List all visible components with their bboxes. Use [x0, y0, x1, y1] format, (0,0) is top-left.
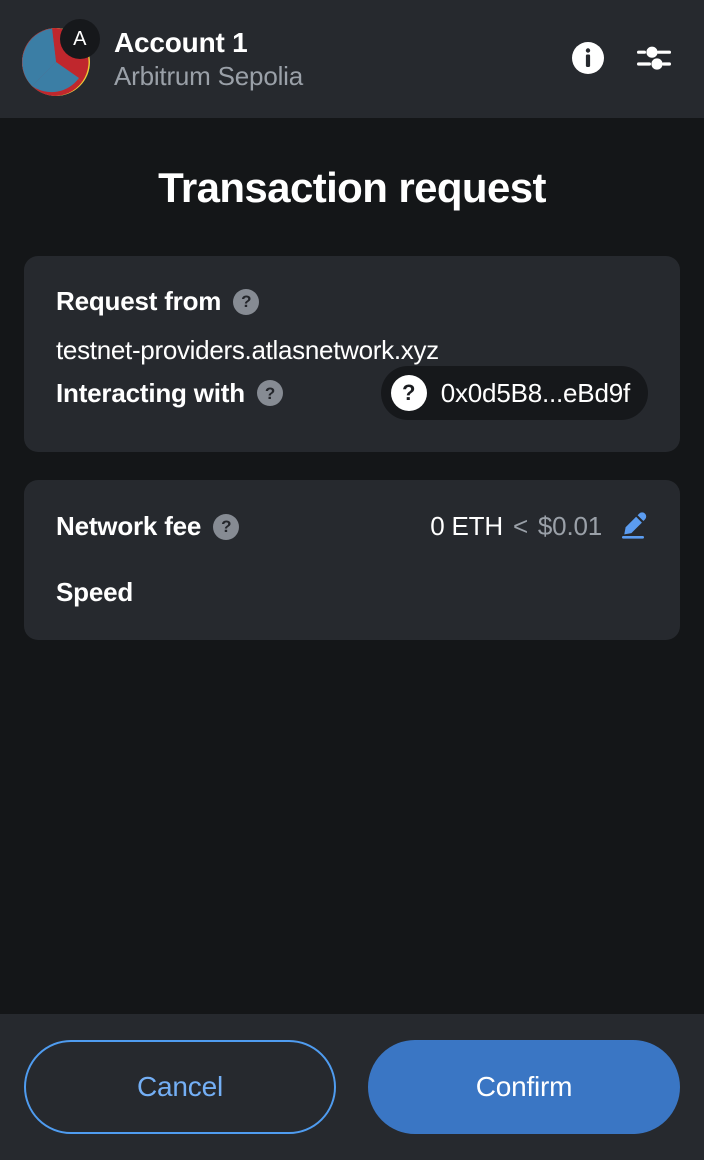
header-actions: [568, 39, 674, 79]
edit-network-fee-button[interactable]: [612, 510, 648, 543]
contract-avatar-icon: ?: [390, 375, 427, 411]
interacting-with-row: Interacting with ? ? 0x0d5B8...eBd9f: [56, 366, 648, 420]
speed-label: Speed: [56, 577, 134, 607]
request-origin-url: testnet-providers.atlasnetwork.xyz: [56, 335, 439, 365]
network-fee-separator: <: [512, 511, 528, 541]
network-fee-row: Network fee ? 0 ETH < $0.01: [56, 510, 648, 543]
speed-label-group: Speed: [56, 577, 133, 608]
network-name: Arbitrum Sepolia: [114, 60, 303, 91]
contract-address-pill[interactable]: ? 0x0d5B8...eBd9f: [380, 366, 648, 420]
pencil-edit-icon: [618, 510, 648, 543]
info-icon: [571, 41, 605, 78]
cancel-button[interactable]: Cancel: [24, 1040, 336, 1134]
fee-details-card: Network fee ? 0 ETH < $0.01 Speed: [24, 480, 680, 640]
account-avatar-badge: A: [60, 19, 100, 59]
settings-button[interactable]: [634, 39, 674, 79]
account-text: Account 1 Arbitrum Sepolia: [114, 25, 303, 94]
action-bar: Cancel Confirm: [0, 1014, 704, 1160]
request-from-label-group: Request from ?: [56, 286, 260, 317]
network-fee-label-group: Network fee ?: [56, 511, 240, 542]
interacting-with-label: Interacting with: [56, 377, 245, 408]
confirm-button[interactable]: Confirm: [368, 1040, 680, 1134]
transaction-request-screen: A Account 1 Arbitrum Sepolia Transaction…: [0, 0, 704, 1160]
info-button[interactable]: [568, 39, 608, 79]
request-from-row: Request from ?: [56, 286, 648, 317]
request-from-label: Request from: [56, 286, 222, 316]
interacting-with-help-icon[interactable]: ?: [256, 380, 283, 406]
content-area: Transaction request Request from ? testn…: [0, 118, 704, 1014]
speed-row: Speed: [56, 577, 648, 608]
sliders-icon: [636, 41, 672, 78]
page-title: Transaction request: [158, 164, 546, 211]
request-from-help-icon[interactable]: ?: [233, 288, 260, 315]
network-fee-native-value: 0 ETH: [430, 511, 503, 541]
request-details-card: Request from ? testnet-providers.atlasne…: [24, 256, 680, 452]
account-selector[interactable]: A Account 1 Arbitrum Sepolia: [22, 19, 568, 96]
network-fee-help-icon[interactable]: ?: [213, 513, 240, 540]
account-avatar-wrap: A: [22, 19, 100, 96]
network-fee-fiat-value: $0.01: [537, 511, 602, 541]
interacting-with-label-group: Interacting with ?: [56, 378, 283, 409]
contract-address-text: 0x0d5B8...eBd9f: [440, 377, 630, 408]
account-name: Account 1: [114, 26, 248, 58]
network-fee-label: Network fee: [56, 511, 202, 541]
network-fee-value-group: 0 ETH < $0.01: [430, 510, 648, 543]
app-header: A Account 1 Arbitrum Sepolia: [0, 0, 704, 118]
